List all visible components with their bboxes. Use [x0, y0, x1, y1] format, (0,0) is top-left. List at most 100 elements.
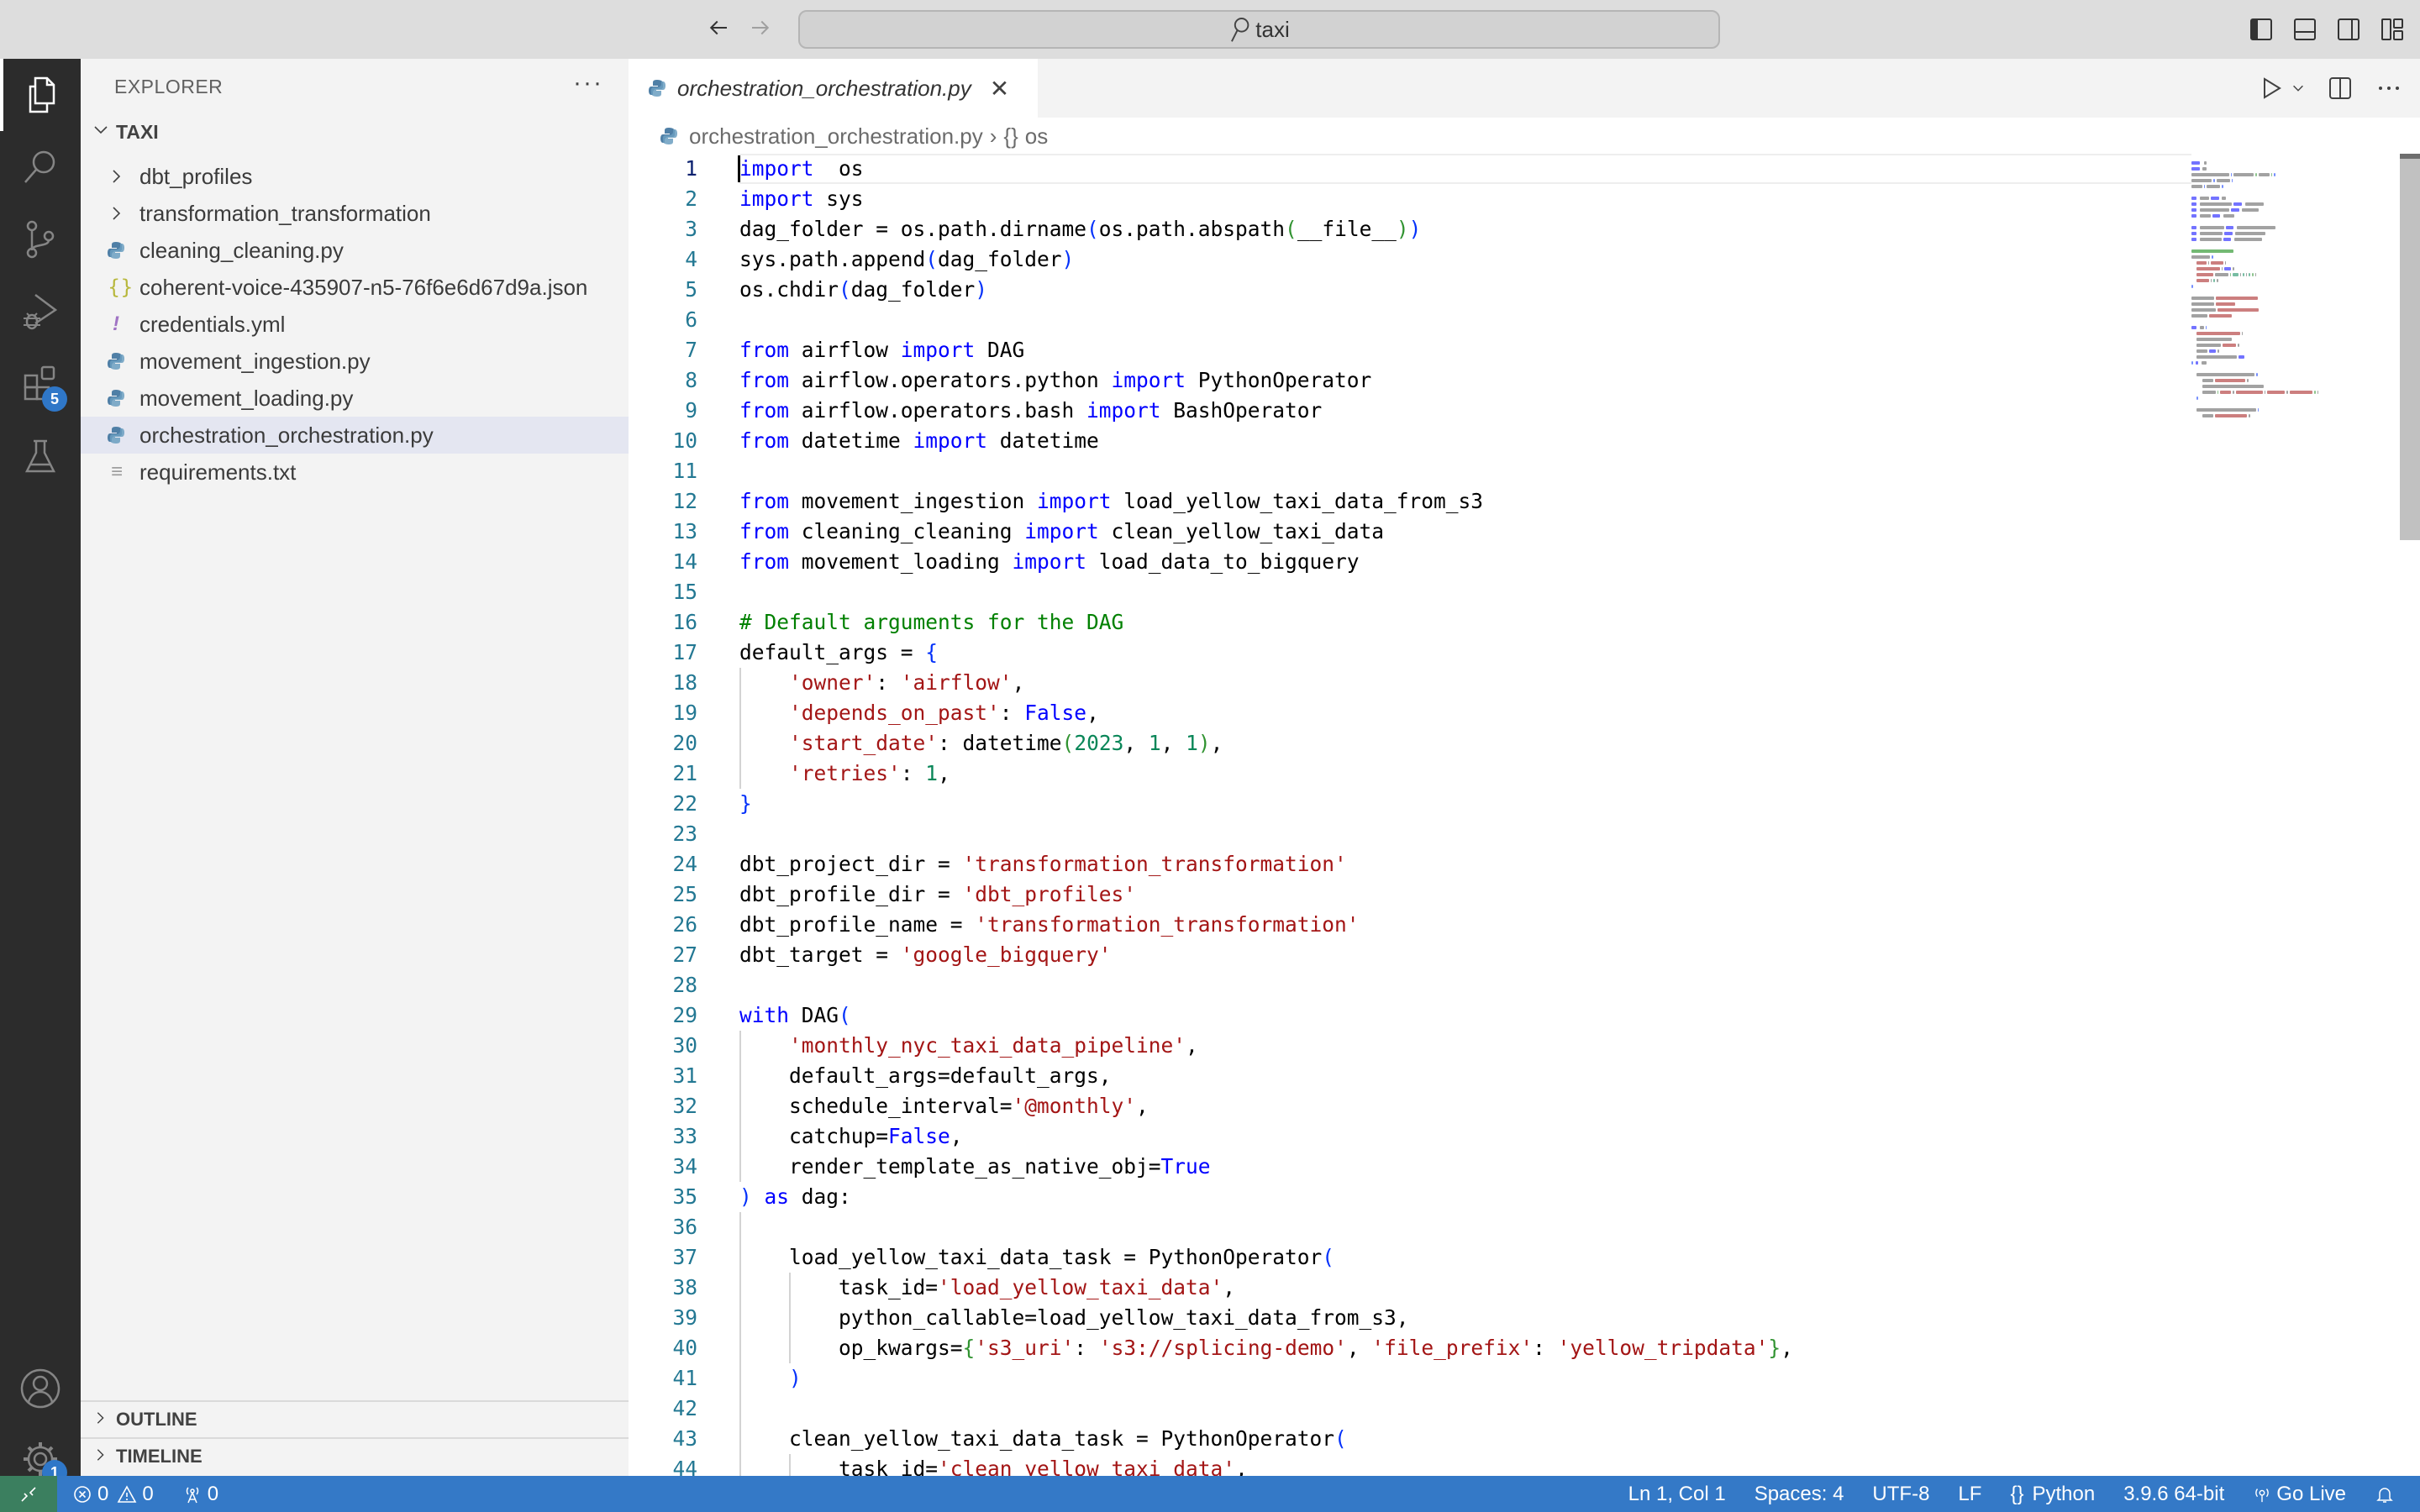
code-line[interactable]: 41 ) [629, 1363, 2191, 1394]
code-line[interactable]: 1 import os [629, 154, 2191, 184]
editor-scrollbar[interactable] [2400, 154, 2420, 1476]
code-line[interactable]: 19 'depends_on_past': False, [629, 698, 2191, 728]
remote-indicator[interactable] [0, 1476, 57, 1512]
split-editor-icon[interactable] [2326, 74, 2354, 102]
tree-item-requirements[interactable]: ≡ requirements.txt [81, 454, 629, 491]
code-line[interactable]: 35) as dag: [629, 1182, 2191, 1212]
code-token: ) [739, 1184, 752, 1209]
code-line[interactable]: 15 [629, 577, 2191, 607]
code-line[interactable]: 17 default_args = { [629, 638, 2191, 668]
line-code: python_callable=load_yellow_taxi_data_fr… [739, 1303, 1409, 1333]
go-live-button[interactable]: Go Live [2253, 1483, 2346, 1506]
code-line[interactable]: 10 from datetime import datetime [629, 426, 2191, 456]
command-center-search[interactable]: taxi [798, 10, 1720, 49]
code-line[interactable]: 14 from movement_loading import load_data… [629, 547, 2191, 577]
code-token: from [739, 519, 790, 543]
chevron-down-icon[interactable] [2291, 81, 2306, 96]
code-line[interactable]: 37 load_yellow_taxi_data_task = PythonOp… [629, 1242, 2191, 1273]
code-line[interactable]: 11 [629, 456, 2191, 486]
code-line[interactable]: 27 dbt_target = 'google_bigquery' [629, 940, 2191, 970]
activity-extensions[interactable]: 5 [0, 348, 81, 420]
customize-layout-icon[interactable] [2380, 17, 2405, 42]
tab-orchestration[interactable]: orchestration_orchestration.py ✕ [629, 59, 1038, 118]
code-line[interactable]: 18 'owner': 'airflow', [629, 668, 2191, 698]
code-line[interactable]: 30 'monthly_nyc_taxi_data_pipeline', [629, 1031, 2191, 1061]
code-line[interactable]: 23 [629, 819, 2191, 849]
code-line[interactable]: 12 from movement_ingestion import load_ye… [629, 486, 2191, 517]
close-icon[interactable]: ✕ [990, 75, 1009, 102]
minimap[interactable] [2191, 154, 2402, 1476]
activity-search[interactable] [0, 131, 81, 203]
language-mode[interactable]: {} Python [2010, 1483, 2095, 1506]
code-line[interactable]: 5 os.chdir(dag_folder) [629, 275, 2191, 305]
more-actions-icon[interactable] [2375, 74, 2403, 102]
code-line[interactable]: 33 catchup=False, [629, 1121, 2191, 1152]
code-line[interactable]: 40 op_kwargs={'s3_uri': 's3://splicing-d… [629, 1333, 2191, 1363]
outline-section[interactable]: OUTLINE [81, 1400, 629, 1437]
tree-item-movement-loading[interactable]: movement_loading.py [81, 380, 629, 417]
code-line[interactable]: 6 [629, 305, 2191, 335]
code-line[interactable]: 22} [629, 789, 2191, 819]
more-actions-button[interactable]: ··· [573, 69, 603, 97]
timeline-section[interactable]: TIMELINE [81, 1437, 629, 1474]
code-line[interactable]: 3 dag_folder = os.path.dirname(os.path.ab… [629, 214, 2191, 244]
tree-item-credentials[interactable]: ! credentials.yml [81, 306, 629, 343]
code-line[interactable]: 42 [629, 1394, 2191, 1424]
cursor-position[interactable]: Ln 1, Col 1 [1628, 1483, 1726, 1506]
tree-item-dbt-profiles[interactable]: dbt_profiles [81, 158, 629, 195]
end-of-line[interactable]: LF [1958, 1483, 1981, 1506]
code-line[interactable]: 4 sys.path.append(dag_folder) [629, 244, 2191, 275]
run-python-file-icon[interactable] [2257, 74, 2286, 102]
tree-item-json[interactable]: {} coherent-voice-435907-n5-76f6e6d67d9a… [81, 269, 629, 306]
code-line[interactable]: 28 [629, 970, 2191, 1000]
tree-item-transformation[interactable]: transformation_transformation [81, 195, 629, 232]
code-line[interactable]: 7 from airflow import DAG [629, 335, 2191, 365]
code-line[interactable]: 2 import sys [629, 184, 2191, 214]
code-line[interactable]: 39 python_callable=load_yellow_taxi_data… [629, 1303, 2191, 1333]
breadcrumb-symbol[interactable]: os [1025, 123, 1048, 150]
code-line[interactable]: 29 with DAG( [629, 1000, 2191, 1031]
scrollbar-thumb[interactable] [2400, 154, 2420, 540]
back-button[interactable] [704, 15, 733, 44]
activity-testing[interactable] [0, 420, 81, 492]
code-line[interactable]: 25 dbt_profile_dir = 'dbt_profiles' [629, 879, 2191, 910]
toggle-panel-icon[interactable] [2292, 17, 2317, 42]
code-token: { [925, 640, 939, 664]
python-interpreter[interactable]: 3.9.6 64-bit [2123, 1483, 2224, 1506]
code-line[interactable]: 34 render_template_as_native_obj=True [629, 1152, 2191, 1182]
tree-item-orchestration[interactable]: orchestration_orchestration.py [81, 417, 629, 454]
code-line[interactable]: 13 from cleaning_cleaning import clean_ye… [629, 517, 2191, 547]
code-line[interactable]: 24 dbt_project_dir = 'transformation_tran… [629, 849, 2191, 879]
code-line[interactable]: 32 schedule_interval='@monthly', [629, 1091, 2191, 1121]
activity-explorer[interactable] [0, 59, 81, 131]
line-number: 35 [672, 1184, 697, 1209]
code-line[interactable]: 16 # Default arguments for the DAG [629, 607, 2191, 638]
code-line[interactable]: 44 task_id='clean_yellow_taxi_data', [629, 1454, 2191, 1476]
code-line[interactable]: 43 clean_yellow_taxi_data_task = PythonO… [629, 1424, 2191, 1454]
code-line[interactable]: 8 from airflow.operators.python import Py… [629, 365, 2191, 396]
bell-icon[interactable] [2375, 1484, 2395, 1504]
code-token: from [739, 549, 790, 574]
ports-indicator[interactable]: 0 [182, 1483, 218, 1506]
code-editor[interactable]: 1 import os 2 import sys 3 dag_folder = os.pa… [629, 154, 2191, 1476]
breadcrumb-file[interactable]: orchestration_orchestration.py [689, 123, 983, 150]
code-line[interactable]: 9 from airflow.operators.bash import Bash… [629, 396, 2191, 426]
code-line[interactable]: 36 [629, 1212, 2191, 1242]
code-line[interactable]: 31 default_args=default_args, [629, 1061, 2191, 1091]
problems-indicator[interactable]: 0 0 [72, 1483, 154, 1506]
tree-item-cleaning[interactable]: cleaning_cleaning.py [81, 232, 629, 269]
activity-run-debug[interactable] [0, 276, 81, 348]
encoding[interactable]: UTF-8 [1872, 1483, 1929, 1506]
toggle-secondary-sidebar-icon[interactable] [2336, 17, 2361, 42]
activity-source-control[interactable] [0, 203, 81, 276]
code-line[interactable]: 20 'start_date': datetime(2023, 1, 1), [629, 728, 2191, 759]
code-line[interactable]: 38 task_id='load_yellow_taxi_data', [629, 1273, 2191, 1303]
indentation[interactable]: Spaces: 4 [1754, 1483, 1844, 1506]
toggle-primary-sidebar-icon[interactable] [2249, 17, 2274, 42]
forward-button[interactable] [746, 15, 775, 44]
tree-item-movement-ingestion[interactable]: movement_ingestion.py [81, 343, 629, 380]
code-line[interactable]: 26 dbt_profile_name = 'transformation_tra… [629, 910, 2191, 940]
activity-accounts[interactable] [0, 1352, 81, 1425]
code-line[interactable]: 21 'retries': 1, [629, 759, 2191, 789]
workspace-folder-taxi[interactable]: TAXI [92, 121, 159, 144]
